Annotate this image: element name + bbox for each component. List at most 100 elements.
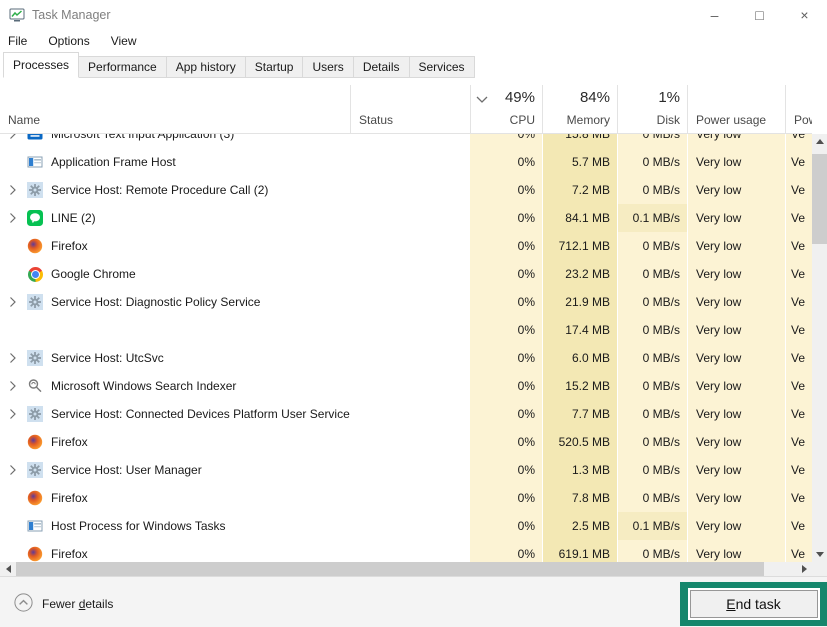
vertical-scrollbar-thumb[interactable] — [812, 154, 827, 244]
scroll-up-icon[interactable] — [812, 134, 827, 149]
end-task-highlight: End task — [680, 582, 827, 626]
firefox-icon — [27, 434, 43, 450]
horizontal-scrollbar-thumb[interactable] — [16, 562, 764, 576]
table-row[interactable]: LINE (2) 0% 84.1 MB 0.1 MB/s Very low Ve — [0, 204, 812, 232]
keyboard-icon — [27, 134, 43, 142]
column-header-disk[interactable]: 1% Disk — [617, 85, 687, 133]
cpu-cell: 0% — [470, 428, 542, 456]
column-header-power-usage[interactable]: Power usage — [687, 85, 785, 133]
disk-cell: 0 MB/s — [617, 288, 687, 316]
table-row[interactable]: Microsoft Text Input Application (3) 0% … — [0, 134, 812, 148]
tab-performance[interactable]: Performance — [78, 56, 167, 78]
column-header-cpu[interactable]: 49% CPU — [470, 85, 542, 133]
disk-cell: 0 MB/s — [617, 484, 687, 512]
power-usage-trend-cell: Ve — [785, 512, 812, 540]
power-usage-trend-cell: Ve — [785, 344, 812, 372]
process-name: Firefox — [51, 491, 88, 505]
expand-chevron-icon[interactable] — [9, 352, 17, 364]
table-row[interactable]: Service Host: Diagnostic Policy Service … — [0, 288, 812, 316]
status-cell — [350, 288, 470, 316]
horizontal-scrollbar[interactable] — [0, 562, 812, 576]
table-row[interactable]: Service Host: User Manager 0% 1.3 MB 0 M… — [0, 456, 812, 484]
table-row[interactable]: Firefox 0% 619.1 MB 0 MB/s Very low Ve — [0, 540, 812, 562]
power-usage-trend-cell: Ve — [785, 232, 812, 260]
tab-details[interactable]: Details — [353, 56, 410, 78]
status-cell — [350, 400, 470, 428]
power-usage-cell: Very low — [687, 288, 785, 316]
scroll-down-icon[interactable] — [812, 547, 827, 562]
disk-cell: 0 MB/s — [617, 456, 687, 484]
disk-cell: 0 MB/s — [617, 316, 687, 344]
end-task-button[interactable]: End task — [690, 590, 818, 618]
firefox-icon — [27, 546, 43, 562]
disk-cell: 0 MB/s — [617, 260, 687, 288]
maximize-icon[interactable]: □ — [737, 0, 782, 30]
tab-processes[interactable]: Processes — [3, 52, 79, 78]
table-row[interactable]: Microsoft Windows Search Indexer 0% 15.2… — [0, 372, 812, 400]
menu-item-file[interactable]: File — [8, 34, 27, 48]
memory-cell: 21.9 MB — [542, 288, 617, 316]
cpu-cell: 0% — [470, 316, 542, 344]
fewer-details-toggle[interactable]: Fewer details — [14, 593, 113, 615]
line-icon — [27, 210, 43, 226]
tab-services[interactable]: Services — [409, 56, 475, 78]
status-cell — [350, 134, 470, 148]
column-header-name[interactable]: Name — [0, 85, 350, 133]
status-cell — [350, 316, 470, 344]
disk-cell: 0 MB/s — [617, 232, 687, 260]
power-usage-cell: Very low — [687, 176, 785, 204]
memory-cell: 520.5 MB — [542, 428, 617, 456]
tab-bar: ProcessesPerformanceApp historyStartupUs… — [3, 53, 827, 78]
scroll-left-icon[interactable] — [0, 562, 16, 576]
table-row[interactable]: Firefox 0% 7.8 MB 0 MB/s Very low Ve — [0, 484, 812, 512]
status-cell — [350, 176, 470, 204]
table-row[interactable]: 0% 17.4 MB 0 MB/s Very low Ve — [0, 316, 812, 344]
table-row[interactable]: Firefox 0% 520.5 MB 0 MB/s Very low Ve — [0, 428, 812, 456]
expand-chevron-icon[interactable] — [9, 380, 17, 392]
scroll-right-icon[interactable] — [796, 562, 812, 576]
expand-chevron-icon[interactable] — [9, 212, 17, 224]
process-name: LINE (2) — [51, 211, 96, 225]
menu-item-options[interactable]: Options — [48, 34, 89, 48]
expand-chevron-icon[interactable] — [9, 184, 17, 196]
column-header-memory[interactable]: 84% Memory — [542, 85, 617, 133]
memory-cell: 2.5 MB — [542, 512, 617, 540]
task-manager-window: Task Manager – □ × File Options View Proce… — [0, 0, 827, 627]
close-icon[interactable]: × — [782, 0, 827, 30]
sort-descending-icon — [476, 92, 488, 106]
title-bar: Task Manager – □ × — [0, 0, 827, 30]
table-row[interactable]: Firefox 0% 712.1 MB 0 MB/s Very low Ve — [0, 232, 812, 260]
column-label: Status — [359, 113, 393, 127]
disk-total-percent: 1% — [658, 89, 680, 106]
column-label: CPU — [510, 113, 535, 127]
power-usage-trend-cell: Ve — [785, 456, 812, 484]
power-usage-trend-cell: Ve — [785, 260, 812, 288]
firefox-icon — [27, 238, 43, 254]
tab-users[interactable]: Users — [302, 56, 353, 78]
tab-startup[interactable]: Startup — [245, 56, 304, 78]
column-header-power-usage-trend[interactable]: Powe — [785, 85, 812, 133]
vertical-scrollbar[interactable] — [812, 134, 827, 562]
power-usage-trend-cell: Ve — [785, 288, 812, 316]
memory-cell: 7.8 MB — [542, 484, 617, 512]
tab-app-history[interactable]: App history — [166, 56, 246, 78]
expand-chevron-icon[interactable] — [9, 296, 17, 308]
table-row[interactable]: Google Chrome 0% 23.2 MB 0 MB/s Very low… — [0, 260, 812, 288]
table-row[interactable]: Service Host: Connected Devices Platform… — [0, 400, 812, 428]
disk-cell: 0 MB/s — [617, 134, 687, 148]
power-usage-cell: Very low — [687, 512, 785, 540]
disk-cell: 0 MB/s — [617, 148, 687, 176]
minimize-icon[interactable]: – — [692, 0, 737, 30]
expand-chevron-icon[interactable] — [9, 134, 17, 140]
disk-cell: 0 MB/s — [617, 428, 687, 456]
table-row[interactable]: Host Process for Windows Tasks 0% 2.5 MB… — [0, 512, 812, 540]
table-row[interactable]: Application Frame Host 0% 5.7 MB 0 MB/s … — [0, 148, 812, 176]
table-row[interactable]: Service Host: Remote Procedure Call (2) … — [0, 176, 812, 204]
menu-item-view[interactable]: View — [111, 34, 137, 48]
gear-icon — [27, 182, 43, 198]
memory-cell: 712.1 MB — [542, 232, 617, 260]
table-row[interactable]: Service Host: UtcSvc 0% 6.0 MB 0 MB/s Ve… — [0, 344, 812, 372]
column-header-status[interactable]: Status — [350, 85, 470, 133]
expand-chevron-icon[interactable] — [9, 408, 17, 420]
expand-chevron-icon[interactable] — [9, 464, 17, 476]
